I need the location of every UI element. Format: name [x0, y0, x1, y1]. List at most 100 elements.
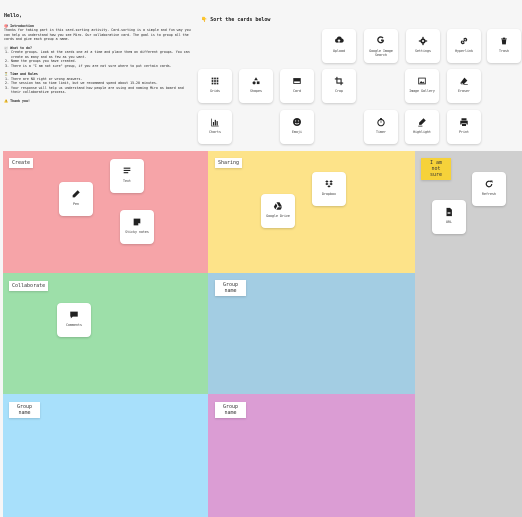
group-zone-4[interactable]	[3, 273, 208, 394]
group-name-tag[interactable]: Create	[9, 158, 34, 168]
card-icon	[280, 75, 314, 87]
card-label: Upload	[333, 49, 345, 53]
card-dropbox[interactable]: Dropbox	[312, 172, 346, 206]
card-print[interactable]: Print	[447, 110, 481, 144]
card-refresh[interactable]: Refresh	[472, 172, 506, 206]
refresh-icon	[472, 178, 506, 190]
card-label: Comments	[66, 323, 82, 327]
chart-icon	[198, 116, 232, 128]
grid-icon	[198, 75, 232, 87]
shapes-icon	[239, 75, 273, 87]
greeting: Hello,	[4, 13, 23, 19]
thanks-section: ⚠️ Thank you!	[4, 99, 194, 104]
eraser-icon	[447, 75, 481, 87]
sort-title: 👇 Sort the cards below	[201, 17, 271, 23]
list-item: Your response will help us understand ho…	[11, 86, 194, 95]
gear-icon	[406, 35, 440, 47]
upload-icon	[322, 35, 356, 47]
link-icon	[447, 35, 481, 47]
card-upload[interactable]: Upload	[322, 29, 356, 63]
card-label: Pen	[73, 202, 79, 206]
card-label: Google Image Search	[369, 49, 393, 57]
section-heading: Introduction	[10, 23, 34, 28]
card-label: Refresh	[482, 192, 496, 196]
card-eraser[interactable]: Eraser	[447, 69, 481, 103]
crop-icon	[322, 75, 356, 87]
card-label: Highlight	[413, 130, 431, 134]
group-name-tag[interactable]: Group name	[9, 402, 40, 418]
section-heading: Time and Rules	[10, 72, 38, 76]
card-crop[interactable]: Crop	[322, 69, 356, 103]
highlight-icon	[405, 116, 439, 128]
image-icon	[405, 75, 439, 87]
card-label: Print	[459, 130, 469, 134]
card-shapes[interactable]: Shapes	[239, 69, 273, 103]
card-label: Settings	[415, 49, 431, 53]
newspaper-icon: 📰	[4, 45, 9, 50]
rules-section: ⏳ Time and Rules There are NO right or w…	[4, 72, 194, 95]
warning-icon: ⚠️	[4, 98, 9, 103]
card-label: Crop	[335, 89, 343, 93]
list-item: There is a "I am not sure" group, if you…	[11, 64, 194, 69]
timer-icon	[364, 116, 398, 128]
card-label: Shapes	[250, 89, 262, 93]
card-grids[interactable]: Grids	[198, 69, 232, 103]
sticky-note-icon	[120, 216, 154, 228]
card-timer[interactable]: Timer	[364, 110, 398, 144]
google-icon	[364, 35, 398, 47]
card-label: Trash	[499, 49, 509, 53]
card-label: Dropbox	[322, 192, 336, 196]
target-icon: 🎯	[4, 23, 9, 28]
what-to-do-section: 📰 What to do? Create groups. Look at the…	[4, 46, 194, 69]
file-icon	[432, 206, 466, 218]
card-google-image-search[interactable]: Google Image Search	[364, 29, 398, 63]
card-label: Grids	[210, 89, 220, 93]
intro-section: 🎯 Introduction Thanks for taking part in…	[4, 24, 194, 42]
card-google-drive[interactable]: Google Drive	[261, 194, 295, 228]
group-name-tag[interactable]: Collaborate	[9, 281, 49, 291]
card-settings[interactable]: Settings	[406, 29, 440, 63]
google-drive-icon	[261, 200, 295, 212]
section-heading: What to do?	[10, 45, 32, 50]
group-name-tag[interactable]: I am not sure	[421, 158, 451, 180]
card-label: Hyperlink	[455, 49, 473, 53]
card-label: Emoji	[292, 130, 302, 134]
group-name-tag[interactable]: Sharing	[215, 158, 243, 168]
dropbox-icon	[312, 178, 346, 190]
comment-icon	[57, 309, 91, 321]
card-comments[interactable]: Comments	[57, 303, 91, 337]
card-highlight[interactable]: Highlight	[405, 110, 439, 144]
card-label: Text	[123, 179, 131, 183]
card-url[interactable]: URL	[432, 200, 466, 234]
print-icon	[447, 116, 481, 128]
card-label: Card	[293, 89, 301, 93]
card-label: Sticky notes	[125, 230, 149, 234]
card-pen[interactable]: Pen	[59, 182, 93, 216]
card-image-gallery[interactable]: Image Gallery	[405, 69, 439, 103]
group-zone-1[interactable]	[3, 151, 208, 273]
card-emoji[interactable]: Emoji	[280, 110, 314, 144]
card-text[interactable]: Text	[110, 159, 144, 193]
hourglass-icon: ⏳	[4, 72, 9, 76]
card-charts[interactable]: Charts	[198, 110, 232, 144]
card-card[interactable]: Card	[280, 69, 314, 103]
card-trash[interactable]: Trash	[487, 29, 521, 63]
text-icon	[110, 165, 144, 177]
card-label: URL	[446, 220, 452, 224]
group-zone-2[interactable]	[208, 151, 415, 273]
card-hyperlink[interactable]: Hyperlink	[447, 29, 481, 63]
trash-icon	[487, 35, 521, 47]
card-sticky-notes[interactable]: Sticky notes	[120, 210, 154, 244]
card-label: Charts	[209, 130, 221, 134]
card-label: Google Drive	[266, 214, 290, 218]
section-heading: Thank you!	[10, 98, 30, 103]
group-name-tag[interactable]: Group name	[215, 402, 246, 418]
card-label: Timer	[376, 130, 386, 134]
pen-icon	[59, 188, 93, 200]
emoji-icon	[280, 116, 314, 128]
card-label: Image Gallery	[409, 89, 435, 93]
list-item: Create groups. Look at the cards one at …	[11, 50, 194, 59]
instructions-panel: Hello, 🎯 Introduction Thanks for taking …	[4, 14, 194, 107]
card-label: Eraser	[458, 89, 470, 93]
group-name-tag[interactable]: Group name	[215, 280, 246, 296]
